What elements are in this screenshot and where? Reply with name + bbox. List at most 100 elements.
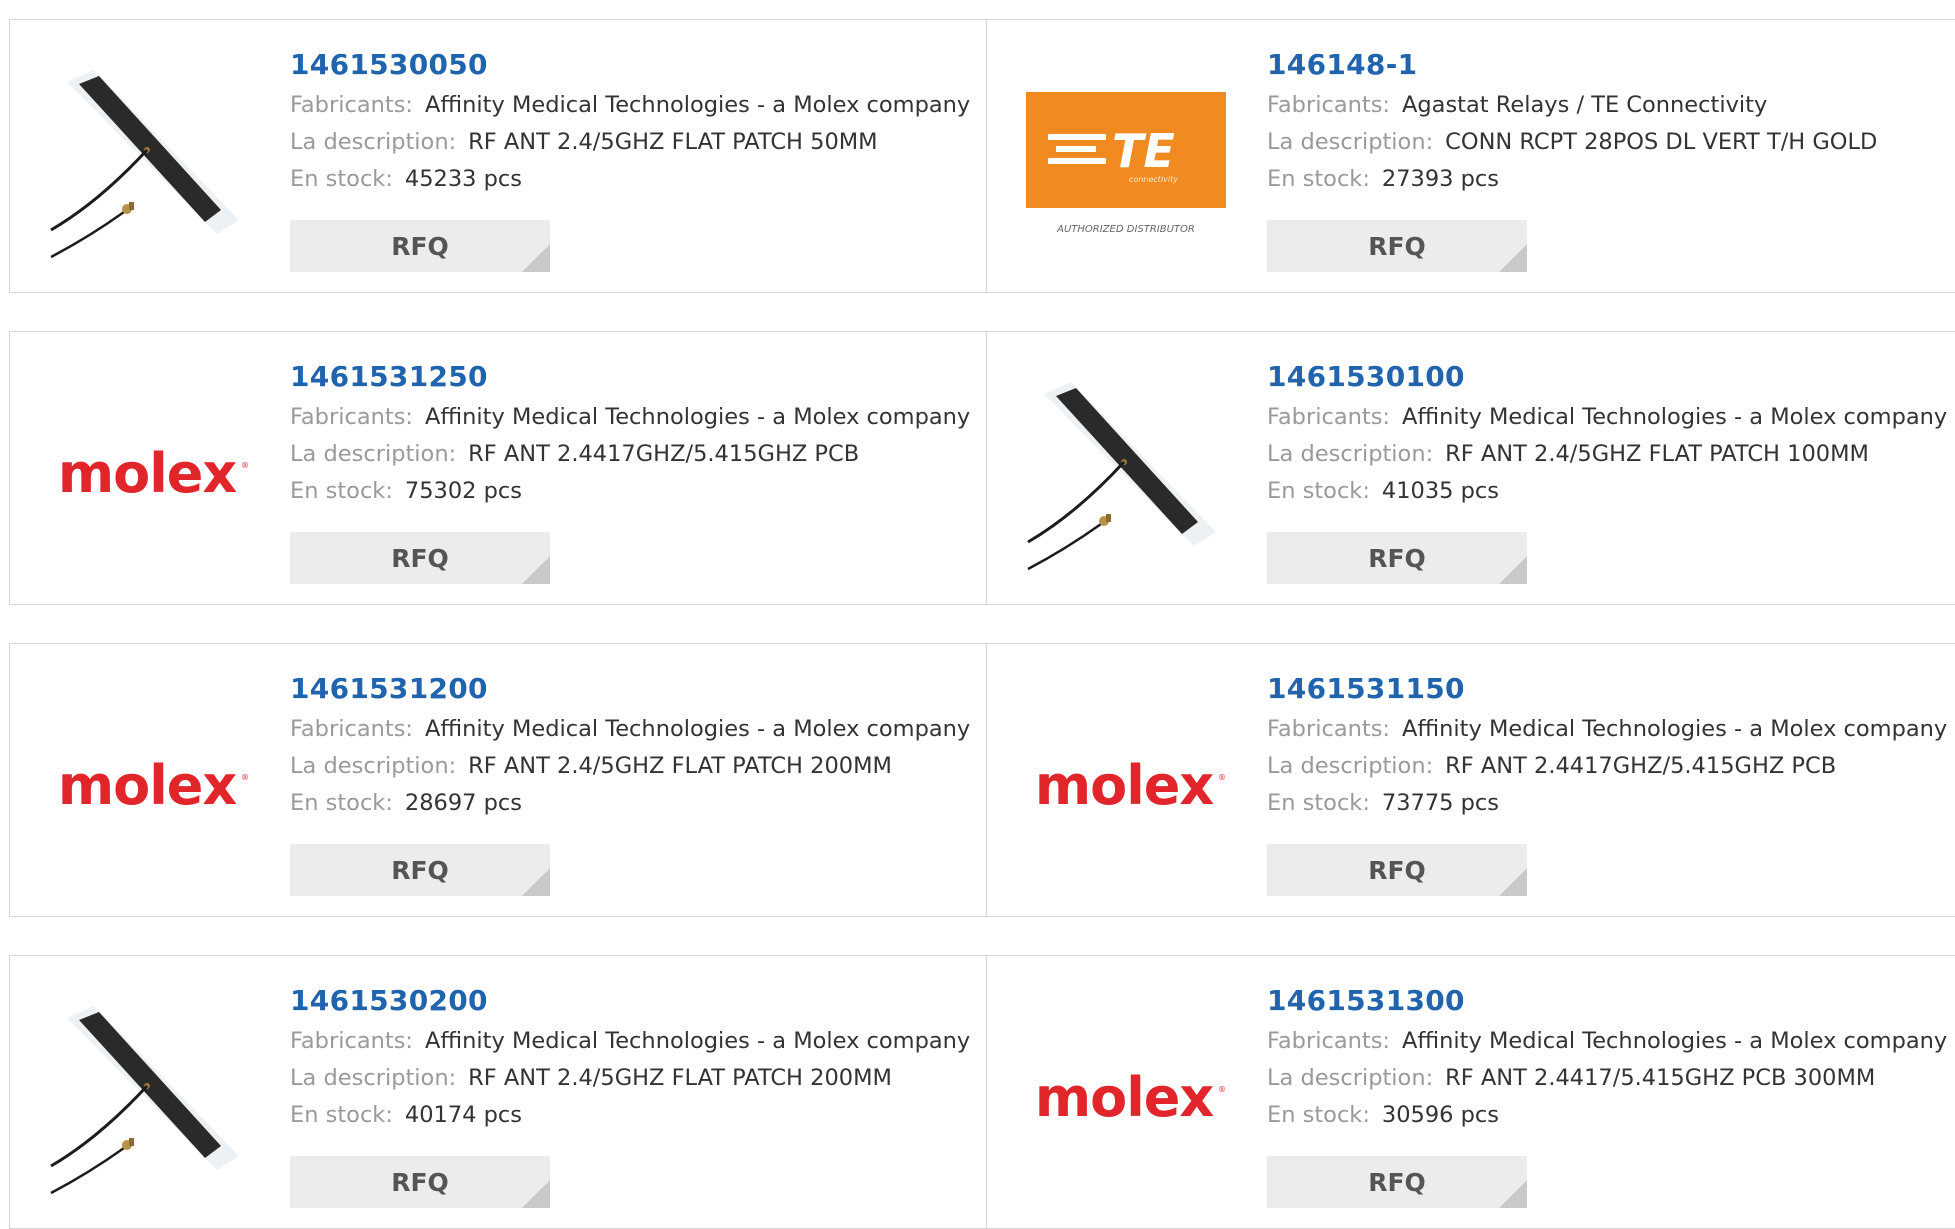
product-info: 1461531300 Fabricants: Affinity Medical Te… bbox=[1267, 984, 1948, 1134]
part-number-link[interactable]: 1461530200 bbox=[290, 984, 976, 1018]
description-row: La description: RF ANT 2.4/5GHZ FLAT PATC… bbox=[1267, 436, 1945, 473]
stock-value: 41035 pcs bbox=[1381, 478, 1500, 504]
manufacturer-value: Agastat Relays / TE Connectivity bbox=[1402, 92, 1768, 118]
product-info: 1461530050 Fabricants: Affinity Medical Te… bbox=[290, 48, 976, 198]
part-number-link[interactable]: 1461531150 bbox=[1267, 672, 1945, 706]
part-number-link[interactable]: 1461530100 bbox=[1267, 360, 1945, 394]
antenna-product-image bbox=[1027, 382, 1216, 571]
description-row: La description: RF ANT 2.4/5GHZ FLAT PATC… bbox=[290, 124, 976, 161]
description-label: La description: bbox=[1267, 753, 1434, 779]
corner-fold-icon bbox=[522, 244, 550, 272]
stock-label: En stock: bbox=[290, 1102, 393, 1128]
stock-row: En stock: 41035 pcs bbox=[1267, 473, 1945, 510]
rfq-button[interactable]: RFQ bbox=[1267, 532, 1527, 584]
product-info: 1461531200 Fabricants: Affinity Medical Te… bbox=[290, 672, 976, 822]
antenna-product-image bbox=[50, 1006, 239, 1195]
product-info: 1461530100 Fabricants: Affinity Medical Te… bbox=[1267, 360, 1947, 510]
stock-label: En stock: bbox=[290, 166, 393, 192]
rfq-button[interactable]: RFQ bbox=[1267, 1156, 1527, 1208]
manufacturer-label: Fabricants: bbox=[1267, 716, 1390, 742]
svg-text:®: ® bbox=[1218, 773, 1226, 782]
description-value: RF ANT 2.4/5GHZ FLAT PATCH 200MM bbox=[468, 1065, 892, 1091]
rfq-button[interactable]: RFQ bbox=[1267, 220, 1527, 272]
manufacturer-value: Affinity Medical Technologies - a Molex … bbox=[1402, 716, 1948, 742]
rfq-button[interactable]: RFQ bbox=[1267, 844, 1527, 896]
description-label: La description: bbox=[290, 1065, 457, 1091]
rfq-label: RFQ bbox=[1368, 1167, 1426, 1197]
description-label: La description: bbox=[1267, 1065, 1434, 1091]
product-image[interactable]: molex ® bbox=[49, 374, 249, 574]
manufacturer-label: Fabricants: bbox=[1267, 1028, 1390, 1054]
rfq-label: RFQ bbox=[1368, 855, 1426, 885]
rfq-button[interactable]: RFQ bbox=[290, 844, 550, 896]
product-card: molex ® 1461531300 Fabricants: Affinity Me… bbox=[987, 955, 1955, 1229]
molex-logo: molex ® bbox=[1035, 754, 1226, 817]
manufacturer-row: Fabricants: Affinity Medical Technologies… bbox=[1267, 711, 1948, 748]
svg-text:molex: molex bbox=[1035, 754, 1215, 817]
svg-text:AUTHORIZED DISTRIBUTOR: AUTHORIZED DISTRIBUTOR bbox=[1056, 224, 1195, 235]
part-number-link[interactable]: 1461530050 bbox=[290, 48, 976, 82]
rfq-button[interactable]: RFQ bbox=[290, 1156, 550, 1208]
stock-value: 40174 pcs bbox=[404, 1102, 523, 1128]
description-label: La description: bbox=[290, 129, 457, 155]
product-card: 1461530200 Fabricants: Affinity Medical Te… bbox=[9, 955, 987, 1229]
product-image[interactable] bbox=[49, 998, 249, 1198]
product-image[interactable]: molex ® bbox=[1026, 998, 1226, 1198]
manufacturer-value: Affinity Medical Technologies - a Molex … bbox=[425, 1028, 971, 1054]
corner-fold-icon bbox=[522, 1180, 550, 1208]
rfq-label: RFQ bbox=[1368, 543, 1426, 573]
product-info: 1461530200 Fabricants: Affinity Medical Te… bbox=[290, 984, 976, 1134]
product-card: molex ® 1461531200 Fabricants: Affinity Me… bbox=[9, 643, 987, 917]
corner-fold-icon bbox=[1499, 1180, 1527, 1208]
stock-row: En stock: 75302 pcs bbox=[290, 473, 976, 510]
description-row: La description: RF ANT 2.4417GHZ/5.415GHZ… bbox=[290, 436, 976, 473]
product-card: TE connectivity AUTHORIZED DISTRIBUTOR 1… bbox=[987, 19, 1955, 293]
manufacturer-value: Affinity Medical Technologies - a Molex … bbox=[1402, 1028, 1948, 1054]
product-image[interactable] bbox=[1026, 374, 1226, 574]
stock-value: 30596 pcs bbox=[1381, 1102, 1500, 1128]
description-value: RF ANT 2.4417GHZ/5.415GHZ PCB bbox=[1445, 753, 1837, 779]
product-image[interactable]: molex ® bbox=[1026, 686, 1226, 886]
manufacturer-label: Fabricants: bbox=[290, 92, 413, 118]
product-card: molex ® 1461531150 Fabricants: Affinity Me… bbox=[987, 643, 1955, 917]
description-value: RF ANT 2.4/5GHZ FLAT PATCH 200MM bbox=[468, 753, 892, 779]
manufacturer-row: Fabricants: Affinity Medical Technologies… bbox=[290, 711, 976, 748]
stock-row: En stock: 45233 pcs bbox=[290, 161, 976, 198]
product-image[interactable]: molex ® bbox=[49, 686, 249, 886]
manufacturer-value: Affinity Medical Technologies - a Molex … bbox=[425, 404, 971, 430]
svg-text:®: ® bbox=[241, 773, 249, 782]
corner-fold-icon bbox=[522, 556, 550, 584]
manufacturer-row: Fabricants: Affinity Medical Technologies… bbox=[1267, 1023, 1948, 1060]
description-row: La description: CONN RCPT 28POS DL VERT T… bbox=[1267, 124, 1945, 161]
molex-logo: molex ® bbox=[58, 754, 249, 817]
product-image[interactable]: TE connectivity AUTHORIZED DISTRIBUTOR bbox=[1026, 62, 1226, 262]
stock-label: En stock: bbox=[1267, 1102, 1370, 1128]
stock-value: 28697 pcs bbox=[404, 790, 523, 816]
manufacturer-row: Fabricants: Agastat Relays / TE Connectiv… bbox=[1267, 87, 1945, 124]
corner-fold-icon bbox=[1499, 868, 1527, 896]
rfq-button[interactable]: RFQ bbox=[290, 220, 550, 272]
manufacturer-row: Fabricants: Affinity Medical Technologies… bbox=[1267, 399, 1947, 436]
part-number-link[interactable]: 1461531200 bbox=[290, 672, 976, 706]
part-number-link[interactable]: 146148-1 bbox=[1267, 48, 1945, 82]
product-info: 1461531150 Fabricants: Affinity Medical Te… bbox=[1267, 672, 1948, 822]
stock-label: En stock: bbox=[1267, 790, 1370, 816]
part-number-link[interactable]: 1461531250 bbox=[290, 360, 976, 394]
description-label: La description: bbox=[290, 753, 457, 779]
svg-text:TE: TE bbox=[1112, 124, 1175, 178]
antenna-product-image bbox=[50, 70, 239, 259]
molex-logo: molex ® bbox=[58, 442, 249, 505]
stock-label: En stock: bbox=[290, 790, 393, 816]
stock-label: En stock: bbox=[290, 478, 393, 504]
description-label: La description: bbox=[290, 441, 457, 467]
rfq-button[interactable]: RFQ bbox=[290, 532, 550, 584]
description-value: RF ANT 2.4417GHZ/5.415GHZ PCB bbox=[468, 441, 860, 467]
description-label: La description: bbox=[1267, 441, 1434, 467]
part-number-link[interactable]: 1461531300 bbox=[1267, 984, 1945, 1018]
manufacturer-row: Fabricants: Affinity Medical Technologies… bbox=[290, 87, 976, 124]
stock-row: En stock: 27393 pcs bbox=[1267, 161, 1945, 198]
product-image[interactable] bbox=[49, 62, 249, 262]
stock-value: 75302 pcs bbox=[404, 478, 523, 504]
product-card: molex ® 1461531250 Fabricants: Affinity Me… bbox=[9, 331, 987, 605]
svg-text:®: ® bbox=[241, 461, 249, 470]
